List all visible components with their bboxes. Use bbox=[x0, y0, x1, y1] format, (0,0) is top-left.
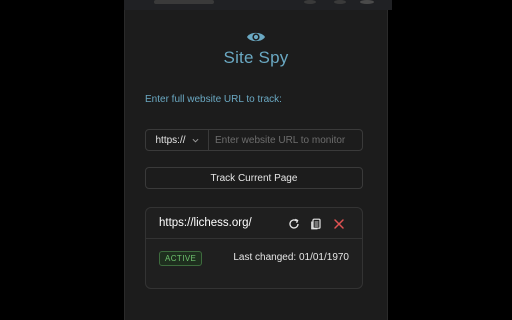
app-title: Site Spy bbox=[223, 48, 289, 67]
tracked-site-header: https://lichess.org/ bbox=[146, 208, 362, 239]
eye-icon bbox=[247, 32, 265, 42]
browser-extension-icon[interactable] bbox=[334, 0, 346, 4]
refresh-button[interactable] bbox=[287, 217, 300, 230]
url-hint-label: Enter full website URL to track: bbox=[145, 94, 282, 105]
tracked-site-url[interactable]: https://lichess.org/ bbox=[159, 217, 252, 229]
status-badge: ACTIVE bbox=[159, 251, 203, 266]
tab-title-fragment bbox=[154, 0, 214, 4]
last-changed-text: Last changed: 01/01/1970 bbox=[233, 252, 349, 263]
copy-icon bbox=[310, 218, 321, 229]
delete-button[interactable] bbox=[332, 217, 345, 230]
url-input[interactable] bbox=[209, 130, 362, 150]
track-current-page-button[interactable]: Track Current Page bbox=[145, 167, 363, 189]
extension-popup: Site Spy Enter full website URL to track… bbox=[124, 10, 388, 320]
chevron-down-icon bbox=[192, 138, 198, 143]
protocol-select[interactable]: https:// bbox=[146, 130, 209, 150]
browser-extension-icon[interactable] bbox=[360, 0, 374, 4]
url-entry-row: https:// bbox=[145, 129, 363, 151]
screen: Site Spy Enter full website URL to track… bbox=[0, 0, 512, 320]
copy-button[interactable] bbox=[309, 217, 322, 230]
protocol-select-value: https:// bbox=[155, 134, 186, 146]
delete-icon bbox=[333, 218, 344, 229]
browser-extension-icon[interactable] bbox=[304, 0, 316, 4]
refresh-icon bbox=[288, 218, 299, 229]
browser-toolbar-strip bbox=[124, 0, 392, 10]
tracked-site-card: https://lichess.org/ ACTIVE Last changed… bbox=[145, 207, 363, 289]
